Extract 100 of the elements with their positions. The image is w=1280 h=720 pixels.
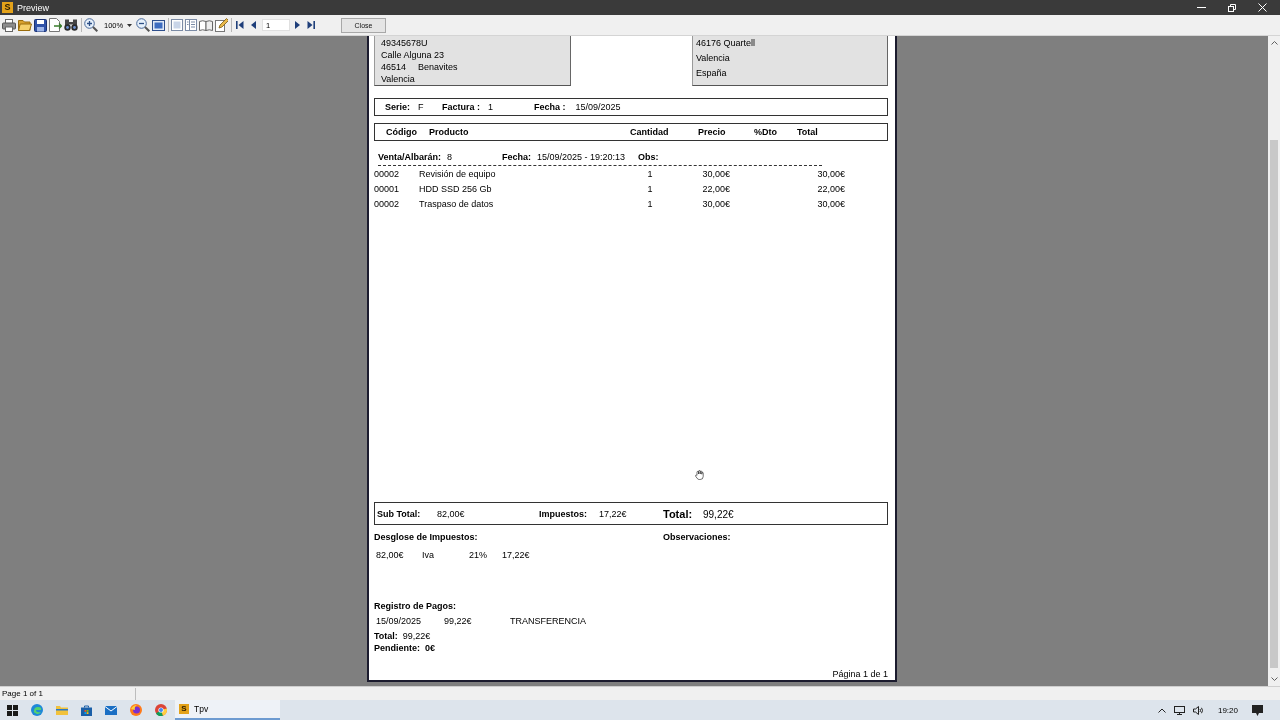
speaker-icon[interactable] [1192, 705, 1204, 715]
field-value: 1 [488, 102, 494, 112]
column-header: Cantidad [630, 127, 670, 137]
table-cell-text: 82,00€ [376, 549, 405, 561]
table-cell-text: 15/09/2025 [376, 615, 423, 627]
field-label: Pendiente: [374, 642, 420, 654]
taskbar-app-button[interactable]: S Tpv [175, 700, 280, 720]
notification-icon[interactable] [1252, 704, 1263, 716]
field-label: Factura : [442, 102, 480, 112]
table-cell: 17,22€ [502, 549, 530, 561]
status-text: Page 1 of 1 [0, 687, 136, 700]
table-cell-text: 1 [646, 168, 654, 181]
tax-id: 49345678U [381, 37, 429, 49]
field-value: 0€ [425, 642, 436, 654]
previous-icon[interactable] [251, 21, 256, 29]
folder-icon[interactable] [56, 705, 68, 715]
table-cell-text: 21% [469, 549, 488, 561]
postal-code: 46514 [381, 61, 408, 73]
table-cell-text: 1 [646, 198, 654, 211]
field-label: Fecha : [534, 102, 566, 112]
table-cell-text: HDD SSD 256 Gb [419, 183, 493, 196]
total-label: Sub Total: [377, 508, 422, 519]
column-header: Producto [429, 127, 470, 137]
total-value: 82,00€ [437, 508, 465, 519]
scroll-down-icon[interactable] [1270, 677, 1278, 681]
city-name: Benavites [418, 61, 458, 73]
field-label: Total: [374, 630, 398, 642]
restore-icon[interactable] [1228, 3, 1236, 12]
province-name: Valencia [381, 73, 416, 85]
total-value: 99,22€ [703, 508, 734, 520]
folder-icon[interactable] [18, 19, 32, 31]
field-label: Venta/Albarán: [378, 151, 442, 163]
column-header: Código [386, 127, 418, 137]
table-cell-text: 30,00€ [816, 198, 845, 211]
binoculars-icon[interactable] [64, 19, 78, 31]
table-cell-text: 30,00€ [816, 168, 845, 181]
last-page-icon[interactable] [307, 21, 315, 29]
field-value: 8 [447, 151, 453, 163]
app-logo: S [2, 2, 13, 13]
field-label: Serie: [385, 102, 410, 112]
scroll-up-icon[interactable] [1270, 41, 1278, 45]
table-cell-text: Iva [422, 549, 435, 561]
table-cell-text: 00002 [374, 198, 401, 211]
book-icon[interactable] [199, 19, 213, 31]
column-header: Precio [698, 127, 727, 137]
total-label: Total: [663, 507, 694, 520]
close-icon[interactable] [1258, 3, 1267, 12]
browser-icon[interactable] [31, 704, 43, 716]
field-value: 15/09/2025 [575, 102, 621, 112]
table-cell-text: 22,00€ [701, 183, 730, 196]
page-icon[interactable] [171, 19, 183, 31]
section-title: Registro de Pagos: [374, 600, 456, 612]
client-country: España [696, 67, 728, 80]
browser-icon[interactable] [155, 704, 167, 716]
table-cell: TRANSFERENCIA [510, 615, 586, 627]
print-icon[interactable] [2, 18, 16, 32]
table-cell-text: 99,22€ [444, 615, 473, 627]
table-cell-text: 1 [646, 183, 654, 196]
chevron-up-icon[interactable] [1157, 707, 1166, 713]
next-icon[interactable] [295, 21, 300, 29]
field-value: 15/09/2025 - 19:20:13 [537, 151, 626, 163]
table-cell-text: 00001 [374, 183, 401, 196]
browser-icon[interactable] [130, 704, 142, 716]
section-title: Desglose de Impuestos: [374, 531, 479, 543]
app-logo: S [179, 704, 189, 714]
save-icon[interactable] [34, 18, 47, 32]
network-icon[interactable] [1173, 705, 1185, 715]
total-value: 17,22€ [599, 508, 627, 519]
table-cell-text: 30,00€ [701, 168, 730, 181]
table-cell-text: 30,00€ [701, 198, 730, 211]
field-value: F [418, 102, 424, 112]
client-postal-line: 46176 Quartell [696, 37, 757, 50]
table-cell-text: Traspaso de datos [419, 198, 495, 211]
columns-icon[interactable] [185, 19, 197, 31]
zoom-out-icon[interactable] [136, 18, 150, 32]
shopping-bag-icon[interactable] [81, 704, 92, 716]
edit-icon[interactable] [215, 18, 228, 32]
first-page-icon[interactable] [236, 21, 244, 29]
street-address: Calle Alguna 23 [381, 49, 446, 61]
table-cell-text: 22,00€ [816, 183, 845, 196]
screen-icon[interactable] [152, 19, 165, 31]
field-label: Fecha: [502, 151, 531, 163]
field-label: Obs: [638, 151, 659, 163]
column-header: %Dto [754, 127, 778, 137]
section-title: Observaciones: [663, 531, 731, 543]
table-cell-text: Revisión de equipo [419, 168, 497, 181]
start-menu-icon[interactable] [7, 704, 18, 716]
page-number: Página 1 de 1 [832, 668, 888, 680]
table-cell-text: 00002 [374, 168, 401, 181]
caret-icon [127, 23, 133, 27]
field-value: 99,22€ [402, 630, 431, 642]
client-province: Valencia [696, 52, 731, 65]
document-icon[interactable] [49, 18, 62, 32]
clock[interactable]: 19:20 [1217, 705, 1238, 715]
scrollbar-thumb[interactable] [1270, 140, 1278, 668]
mail-icon[interactable] [105, 705, 117, 715]
total-label: Impuestos: [539, 508, 588, 519]
zoom-in-icon[interactable] [84, 18, 98, 32]
window-title: Preview [17, 2, 49, 13]
column-header: Total [797, 127, 818, 137]
